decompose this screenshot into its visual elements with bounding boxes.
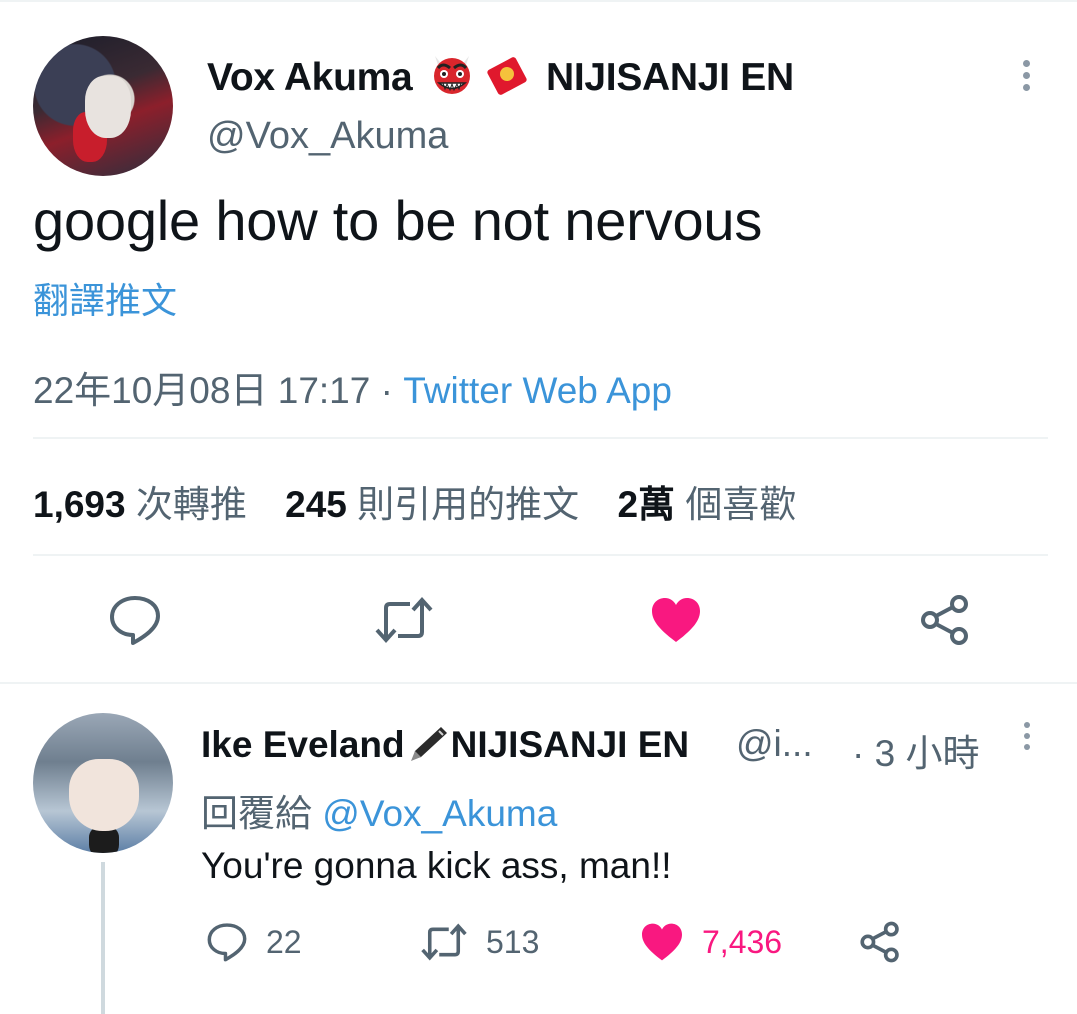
retweets-stat[interactable]: 1,693 次轉推	[33, 484, 247, 525]
author-handle[interactable]: @Vox_Akuma	[207, 115, 448, 158]
retweet-count: 513	[486, 923, 540, 960]
tweet-metadata: 22年10月08日 17:17 · Twitter Web App	[33, 360, 672, 414]
divider	[33, 437, 1048, 439]
translate-tweet-link[interactable]: 翻譯推文	[33, 272, 177, 324]
reply-time[interactable]: · 3 小時	[852, 723, 979, 777]
replying-to: 回覆給 @Vox_Akuma	[201, 783, 557, 837]
retweet-icon	[421, 923, 467, 961]
share-icon	[860, 921, 899, 963]
reply-retweet-button[interactable]: 513	[420, 920, 539, 964]
replying-to-label: 回覆給	[201, 793, 312, 834]
author-name[interactable]: Vox Akuma NIJISANJI EN	[207, 52, 794, 100]
like-icon	[642, 923, 682, 961]
tweet-timestamp[interactable]: 22年10月08日 17:17	[33, 370, 370, 411]
thread-line	[101, 862, 105, 1014]
tweet-text: google how to be not nervous	[33, 189, 763, 252]
more-options-icon[interactable]	[1019, 722, 1035, 755]
avatar[interactable]	[33, 36, 173, 176]
retweet-icon[interactable]	[374, 596, 434, 644]
reply-reply-button[interactable]: 22	[206, 920, 302, 964]
replying-to-handle[interactable]: @Vox_Akuma	[322, 793, 557, 834]
reply-author-affiliation: NIJISANJI EN	[450, 724, 690, 765]
red-envelope-icon	[487, 57, 528, 95]
quotes-stat[interactable]: 245 則引用的推文	[285, 484, 579, 525]
reply-author-display-name: Ike Eveland	[201, 724, 405, 765]
like-count: 7,436	[702, 923, 783, 960]
top-divider	[0, 0, 1077, 2]
divider	[0, 682, 1077, 684]
avatar[interactable]	[33, 713, 173, 853]
reply-author-name[interactable]: Ike Eveland NIJISANJI EN	[201, 723, 689, 766]
more-options-icon[interactable]	[1016, 60, 1036, 100]
reply-author-handle[interactable]: @i...	[736, 723, 813, 765]
oni-mask-icon	[433, 56, 470, 94]
author-affiliation: NIJISANJI EN	[546, 56, 794, 99]
share-icon[interactable]	[918, 594, 972, 646]
author-display-name: Vox Akuma	[207, 56, 413, 99]
reply-icon[interactable]	[108, 594, 162, 646]
like-icon[interactable]	[650, 596, 702, 644]
reply-like-button[interactable]: 7,436	[640, 920, 782, 964]
reply-count: 22	[266, 923, 302, 960]
fountain-pen-icon	[410, 727, 447, 761]
tweet-stats: 1,693 次轉推 245 則引用的推文 2萬 個喜歡	[33, 474, 796, 528]
meta-separator: ·	[380, 370, 393, 411]
reply-text: You're gonna kick ass, man!!	[201, 845, 672, 886]
likes-stat[interactable]: 2萬 個喜歡	[617, 484, 796, 525]
divider	[33, 554, 1048, 556]
reply-share-button[interactable]	[858, 920, 920, 964]
source-app-link[interactable]: Twitter Web App	[403, 370, 672, 411]
reply-icon	[207, 923, 247, 962]
